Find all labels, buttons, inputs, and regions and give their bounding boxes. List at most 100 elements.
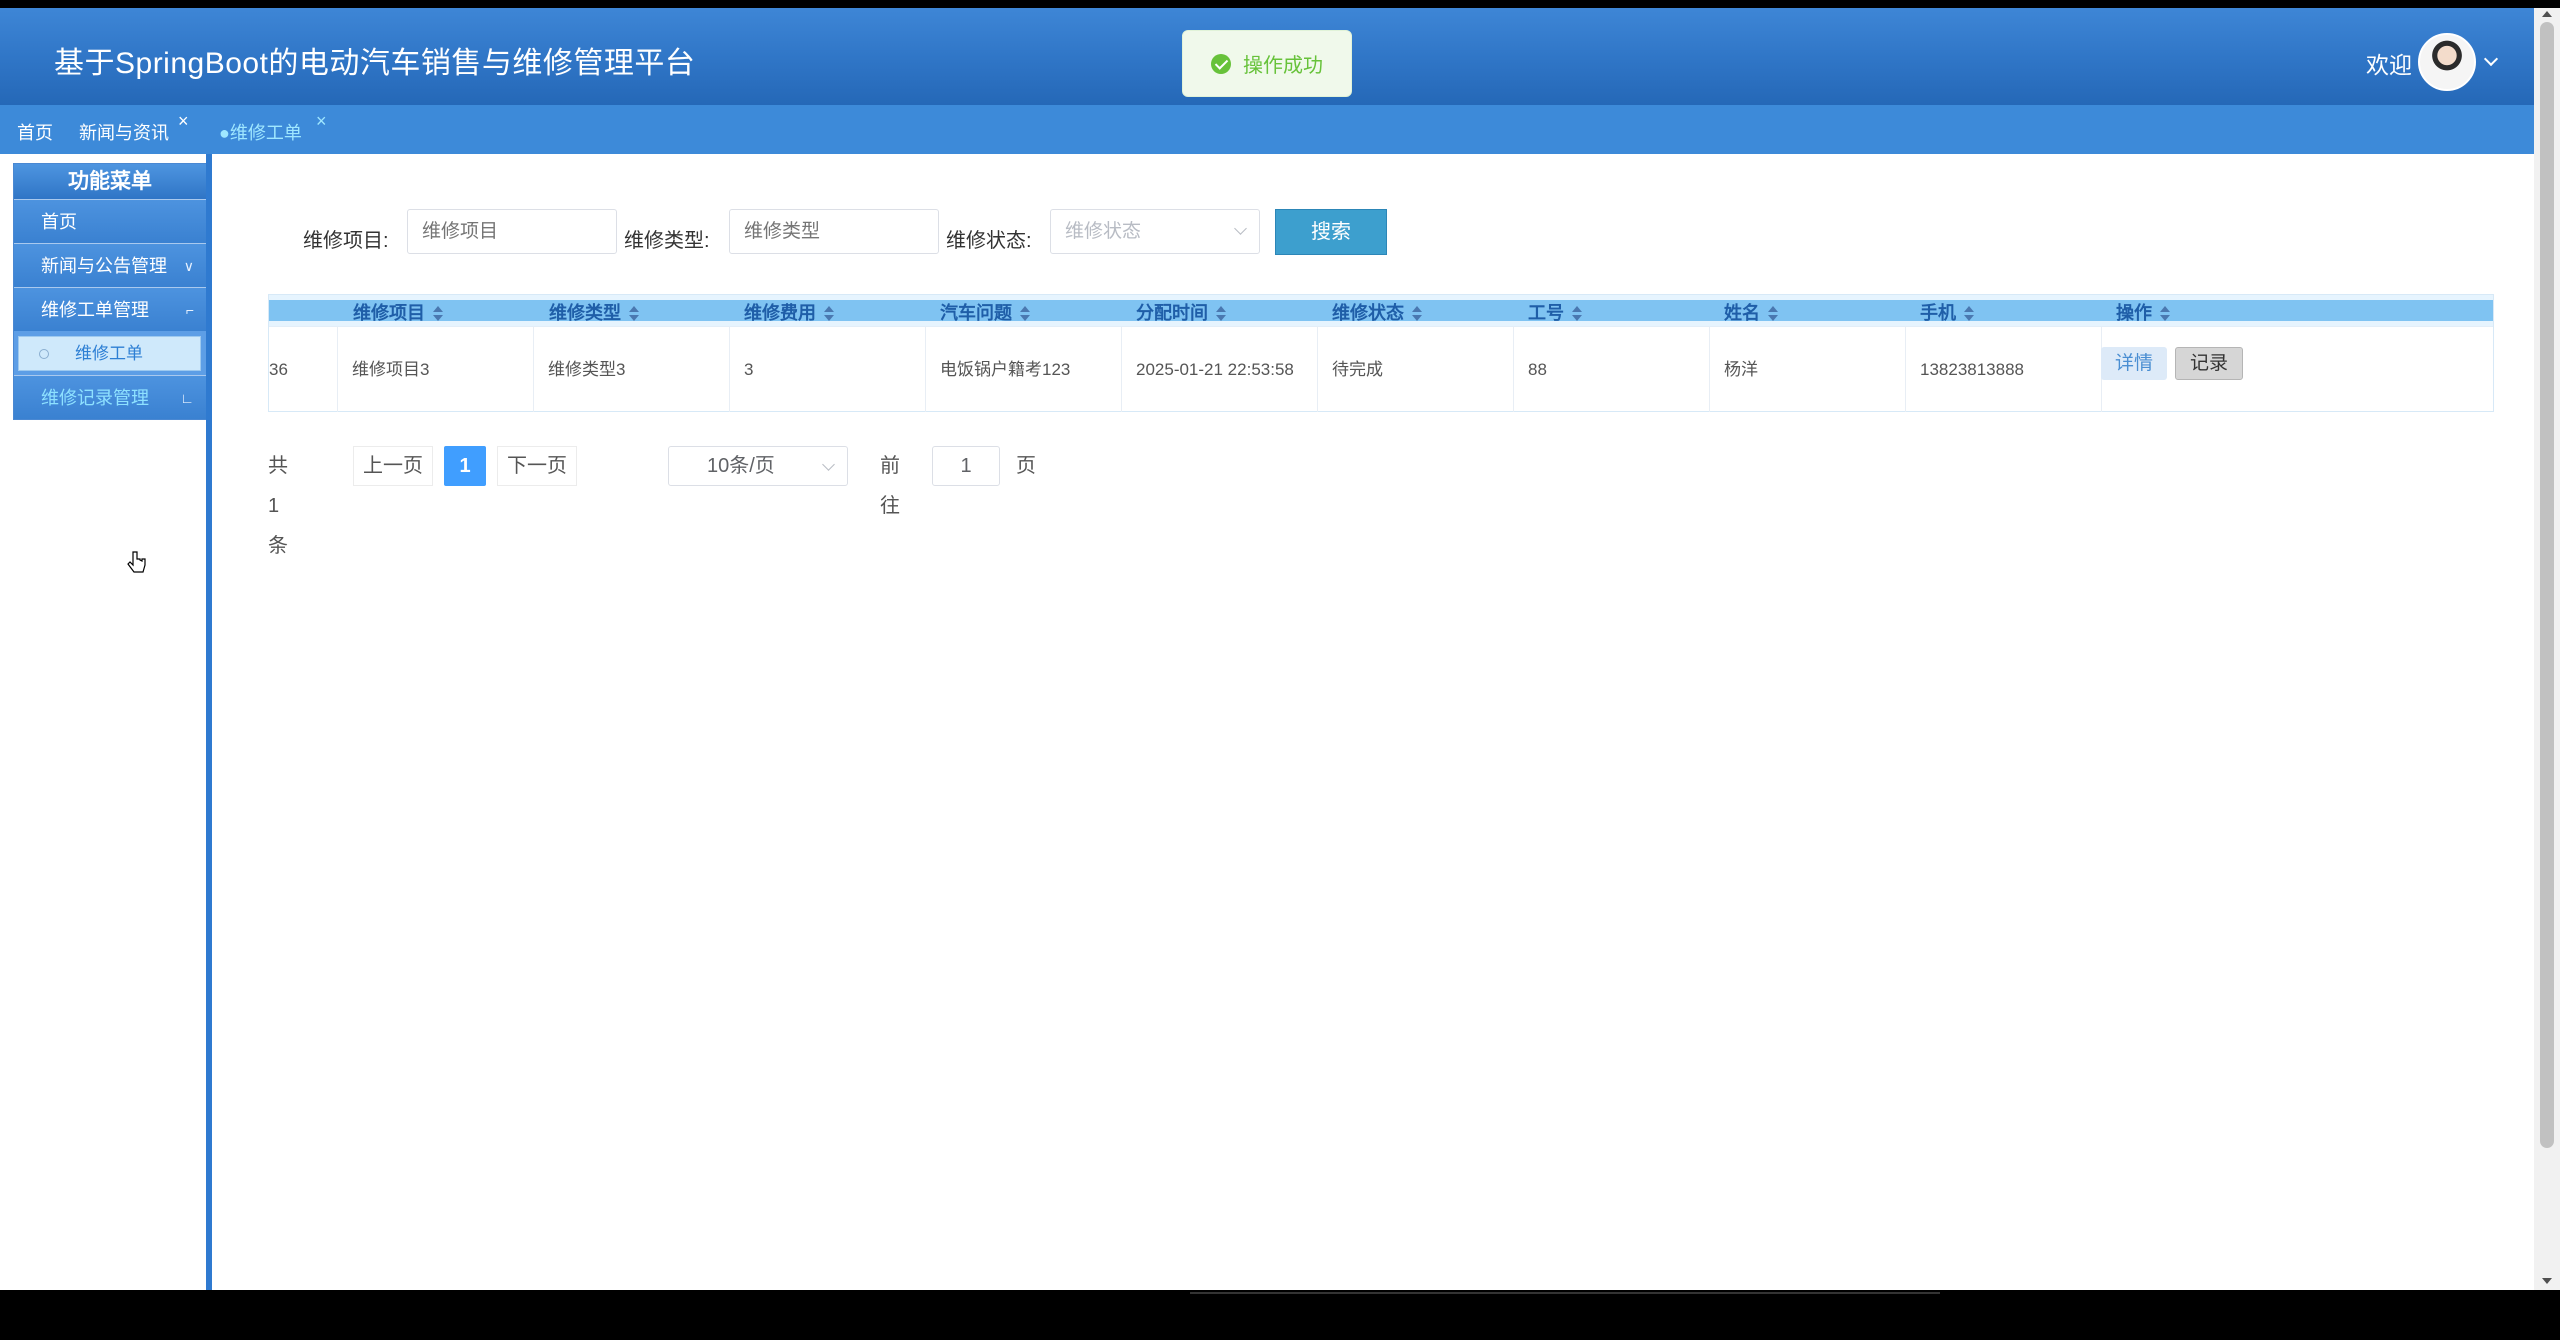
sidebar-item-label: 首页	[41, 212, 77, 232]
column-header-staff-no[interactable]: 工号	[1528, 299, 1582, 325]
sidebar-item-label: 维修工单管理	[41, 300, 149, 320]
cell-staff-no: 88	[1514, 327, 1710, 412]
sort-icon[interactable]	[1964, 306, 1974, 322]
sidebar-item-news-management[interactable]: 新闻与公告管理 ∨	[14, 243, 206, 287]
tab-news[interactable]: 新闻与资讯	[79, 119, 169, 145]
sort-icon[interactable]	[1020, 306, 1030, 322]
vertical-scrollbar[interactable]	[2534, 8, 2560, 1290]
column-header-repair-cost[interactable]: 维修费用	[744, 299, 834, 325]
page-number-current[interactable]: 1	[444, 446, 486, 486]
menu-title: 功能菜单	[14, 164, 206, 199]
cell-repair-cost: 3	[730, 327, 926, 412]
column-header-label: 工号	[1528, 303, 1564, 323]
sort-icon[interactable]	[1216, 306, 1226, 322]
chevron-icon: ∟	[180, 390, 194, 406]
sort-icon[interactable]	[1572, 306, 1582, 322]
sort-icon[interactable]	[629, 306, 639, 322]
detail-button[interactable]: 详情	[2101, 347, 2167, 380]
sort-icon[interactable]	[1768, 306, 1778, 322]
column-header-car-problem[interactable]: 汽车问题	[940, 299, 1030, 325]
chevron-down-icon: ∨	[183, 258, 194, 274]
sidebar: 功能菜单 首页 新闻与公告管理 ∨ 维修工单管理 ⌐ 维修工单 维修记录管理 ∟	[0, 154, 212, 1290]
column-header-actions[interactable]: 操作	[2116, 299, 2170, 325]
screen: 基于SpringBoot的电动汽车销售与维修管理平台 欢迎 88 操作成功 首页…	[0, 0, 2560, 1340]
mouse-pointer-icon	[127, 551, 146, 573]
record-button[interactable]: 记录	[2175, 347, 2243, 380]
chevron-down-icon[interactable]	[2483, 51, 2499, 67]
sort-icon[interactable]	[433, 306, 443, 322]
cell-repair-status: 待完成	[1318, 327, 1514, 412]
cell-repair-item: 维修项目3	[338, 327, 534, 412]
goto-label: 前往	[880, 455, 900, 517]
column-header-label: 维修类型	[549, 303, 621, 323]
chevron-down-icon	[1234, 222, 1247, 235]
cell-phone: 13823813888	[1906, 327, 2102, 412]
bullet-icon	[39, 349, 49, 359]
app-window: 基于SpringBoot的电动汽车销售与维修管理平台 欢迎 88 操作成功 首页…	[0, 8, 2534, 1290]
prev-page-button[interactable]: 上一页	[353, 446, 433, 486]
filter-type-label: 维修类型:	[624, 230, 710, 252]
column-header-label: 姓名	[1724, 303, 1760, 323]
repair-order-table: 维修项目 维修类型 维修费用 汽车问题 分配时间 维修状态 工号 姓名 手机 操…	[268, 294, 2494, 412]
function-menu: 功能菜单 首页 新闻与公告管理 ∨ 维修工单管理 ⌐ 维修工单 维修记录管理 ∟	[13, 163, 207, 420]
column-header-assigned-time[interactable]: 分配时间	[1136, 299, 1226, 325]
repair-type-input[interactable]	[729, 209, 939, 254]
column-header-label: 操作	[2116, 303, 2152, 323]
sidebar-item-repair-record-management[interactable]: 维修记录管理 ∟	[14, 375, 206, 419]
submenu-container: 维修工单	[14, 331, 206, 375]
chevron-down-icon	[822, 458, 835, 471]
sidebar-item-label: 维修记录管理	[41, 388, 149, 408]
filter-status-label: 维修状态:	[946, 230, 1032, 252]
table-header: 维修项目 维修类型 维修费用 汽车问题 分配时间 维修状态 工号 姓名 手机 操…	[269, 295, 2493, 326]
sidebar-item-home[interactable]: 首页	[14, 199, 206, 243]
user-avatar[interactable]	[2418, 33, 2476, 91]
column-header-phone[interactable]: 手机	[1920, 299, 1974, 325]
column-header-repair-item[interactable]: 维修项目	[353, 299, 443, 325]
search-button[interactable]: 搜索	[1275, 209, 1387, 255]
cell-repair-type: 维修类型3	[534, 327, 730, 412]
tab-home[interactable]: 首页	[17, 119, 53, 145]
sidebar-item-repair-order-management[interactable]: 维修工单管理 ⌐	[14, 287, 206, 331]
goto-page-input[interactable]: 1	[932, 446, 1000, 486]
tab-repair-order-close-icon[interactable]: ×	[316, 111, 327, 132]
sidebar-subitem-repair-order[interactable]: 维修工单	[18, 336, 201, 371]
tab-news-close-icon[interactable]: ×	[178, 111, 189, 132]
success-toast: 操作成功	[1182, 30, 1352, 97]
column-header-label: 维修状态	[1332, 303, 1404, 323]
column-header-name[interactable]: 姓名	[1724, 299, 1778, 325]
table-row: 36 维修项目3 维修类型3 3 电饭锅户籍考123 2025-01-21 22…	[269, 326, 2493, 412]
page-size-select[interactable]: 10条/页	[668, 446, 848, 486]
success-check-icon	[1211, 53, 1231, 74]
page-suffix: 页	[1016, 455, 1036, 477]
sidebar-subitem-label: 维修工单	[75, 344, 143, 363]
next-page-button[interactable]: 下一页	[497, 446, 577, 486]
page-size-value: 10条/页	[707, 455, 775, 477]
total-count: 共 1 条	[268, 455, 288, 557]
column-header-repair-type[interactable]: 维修类型	[549, 299, 639, 325]
cell-name: 杨洋	[1710, 327, 1906, 412]
sort-icon[interactable]	[2160, 306, 2170, 322]
sort-icon[interactable]	[1412, 306, 1422, 322]
tab-bar: 首页 新闻与资讯 × ●维修工单 ×	[0, 105, 2534, 154]
sidebar-item-label: 新闻与公告管理	[41, 256, 167, 276]
repair-status-select[interactable]: 维修状态	[1050, 209, 1260, 254]
tab-repair-order[interactable]: ●维修工单	[219, 119, 302, 145]
chevron-up-icon: ⌐	[185, 302, 194, 318]
scroll-up-icon[interactable]	[2542, 11, 2552, 17]
scroll-down-icon[interactable]	[2542, 1278, 2552, 1284]
column-header-label: 分配时间	[1136, 303, 1208, 323]
repair-item-input[interactable]	[407, 209, 617, 254]
cell-car-problem: 电饭锅户籍考123	[926, 327, 1122, 412]
filter-item-label: 维修项目:	[303, 230, 389, 252]
scrollbar-thumb[interactable]	[2540, 22, 2554, 1148]
toast-message: 操作成功	[1243, 55, 1323, 77]
app-title: 基于SpringBoot的电动汽车销售与维修管理平台	[54, 47, 696, 80]
column-header-label: 汽车问题	[940, 303, 1012, 323]
sort-icon[interactable]	[824, 306, 834, 322]
column-header-label: 手机	[1920, 303, 1956, 323]
column-header-label: 维修项目	[353, 303, 425, 323]
cell-assigned-time: 2025-01-21 22:53:58	[1122, 327, 1318, 412]
column-header-repair-status[interactable]: 维修状态	[1332, 299, 1422, 325]
column-header-label: 维修费用	[744, 303, 816, 323]
main-content: 维修项目: 维修类型: 维修状态: 维修状态 搜索 维修项目 维修类型 维修费用…	[212, 154, 2534, 1290]
